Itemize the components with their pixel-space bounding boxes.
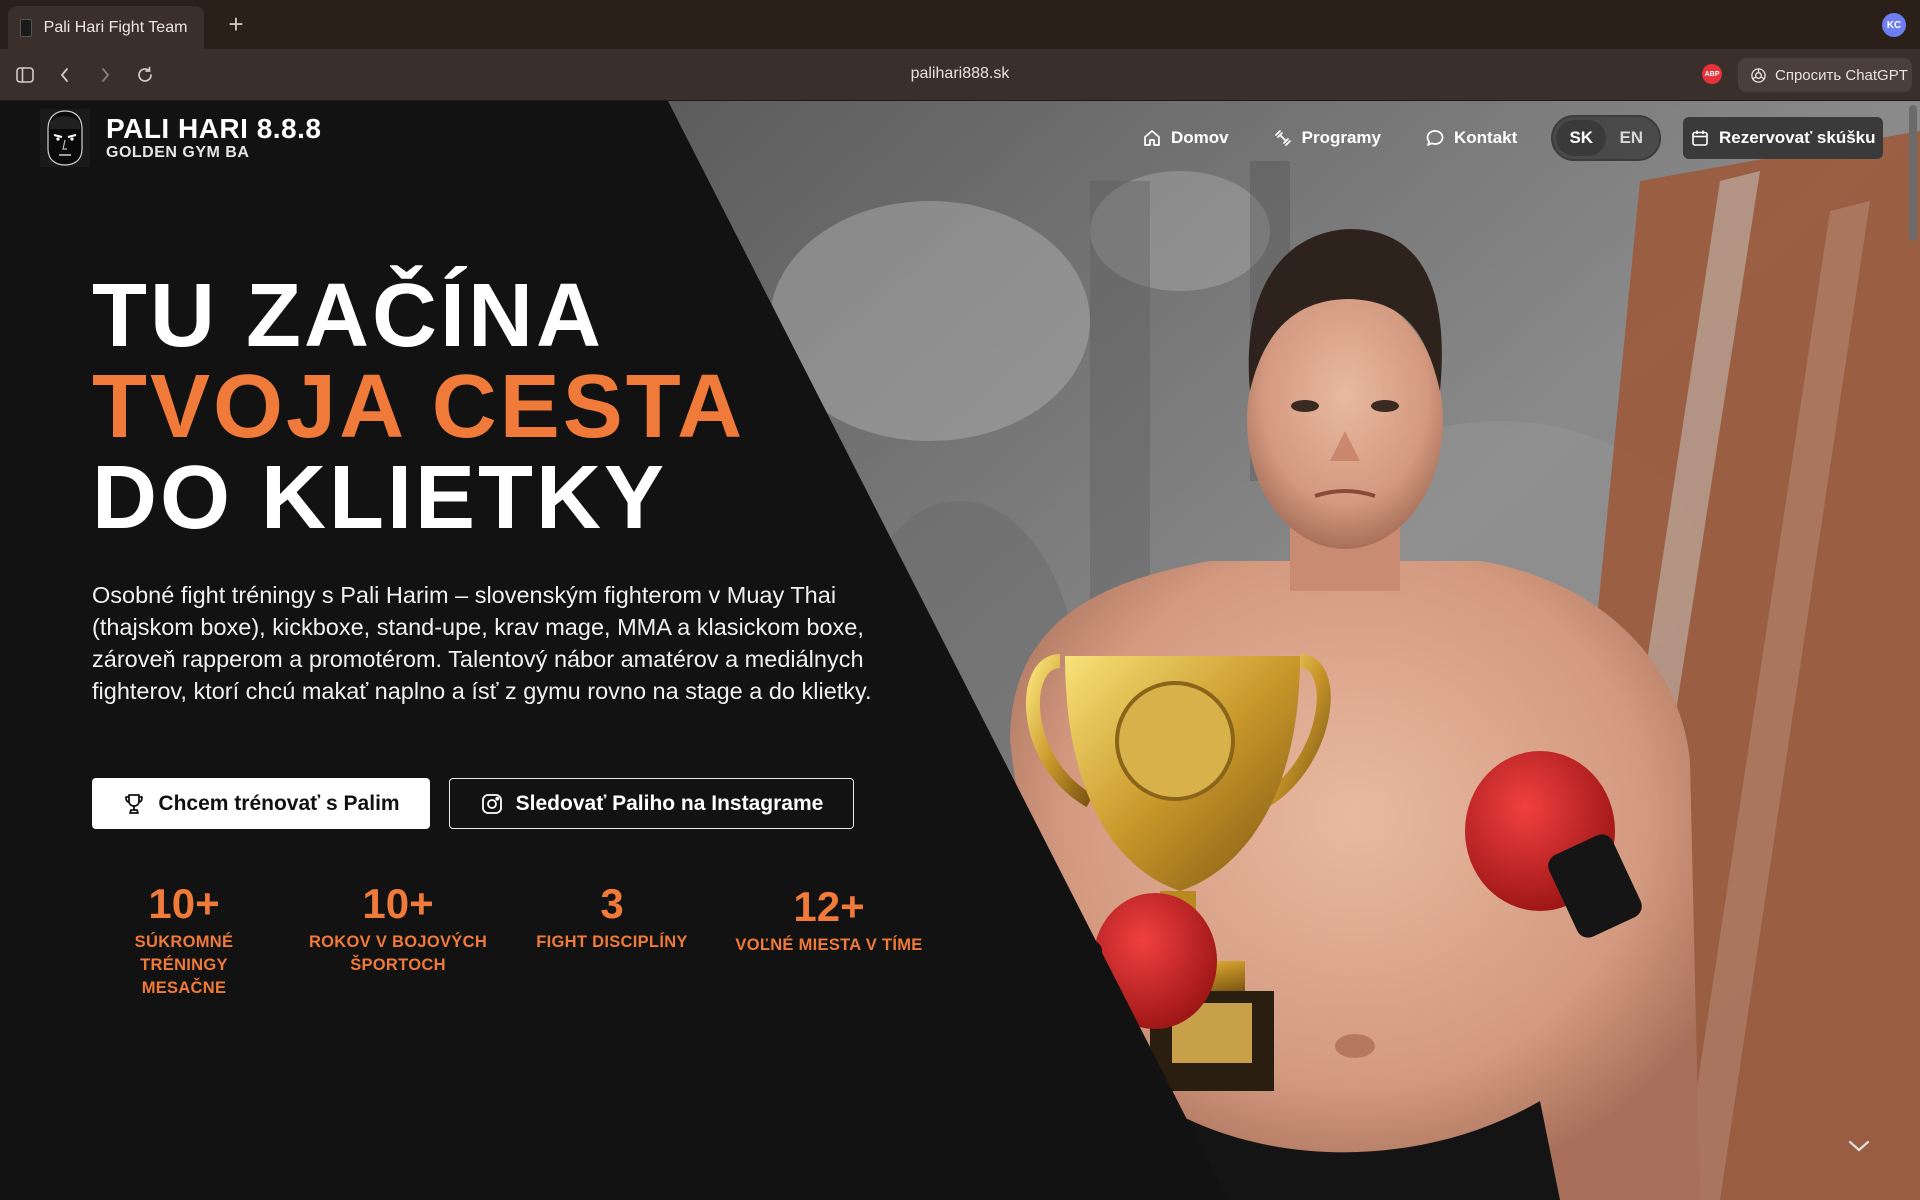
stat-label-line: ROKOV V BOJOVÝCH <box>308 933 488 951</box>
follow-instagram-button[interactable]: Sledovať Paliho na Instagrame <box>449 778 854 829</box>
main-navigation: Domov Programy Kontakt SK EN Rezervovať … <box>1140 115 1884 161</box>
hero-intro-text: Osobné fight tréningy s Pali Harim – slo… <box>92 582 872 704</box>
stat-label: FIGHT DISCIPLÍNY <box>520 931 704 954</box>
stat-label-line: MESAČNE <box>141 979 227 997</box>
chatgpt-icon <box>1751 67 1766 83</box>
nav-item-contact[interactable]: Kontakt <box>1423 116 1519 160</box>
logo-title: PALI HARI 8.8.8 <box>106 113 322 144</box>
trophy-icon <box>125 793 144 814</box>
stat-item: 10+ ROKOV V BOJOVÝCH ŠPORTOCH <box>306 879 490 1000</box>
browser-tab[interactable]: Pali Hari Fight Team - <box>8 6 204 49</box>
book-trial-button[interactable]: Rezervovať skúšku <box>1683 117 1884 159</box>
webpage: PALI HARI 8.8.8 GOLDEN GYM BA Domov Prog… <box>0 101 1920 1200</box>
instagram-icon <box>481 793 502 814</box>
chatgpt-button-label: Спросить ChatGPT <box>1775 66 1908 84</box>
tab-favicon-icon <box>20 18 32 37</box>
stat-item: 3 FIGHT DISCIPLÍNY <box>520 879 704 1000</box>
adblock-extension-icon[interactable]: ABP <box>1702 64 1722 84</box>
train-with-pali-button[interactable]: Chcem trénovať s Palim <box>92 778 430 829</box>
stat-item: 12+ VOĽNÉ MIESTA V TÍME <box>724 879 934 1000</box>
nav-home-label: Domov <box>1171 128 1229 147</box>
stat-label-line: SÚKROMNÉ TRÉNINGY <box>134 933 234 974</box>
stat-value: 10+ <box>362 880 434 927</box>
site-logo[interactable]: PALI HARI 8.8.8 GOLDEN GYM BA <box>40 109 321 167</box>
stat-label-line: FIGHT DISCIPLÍNY <box>536 933 688 951</box>
nav-contact-label: Kontakt <box>1454 128 1518 147</box>
fighter-face-logo-icon <box>40 109 90 167</box>
home-icon <box>1144 130 1160 146</box>
browser-toolbar: palihari888.sk ABP Спросить ChatGPT <box>0 49 1920 101</box>
language-option-en[interactable]: EN <box>1606 120 1656 156</box>
new-tab-button[interactable]: + <box>222 10 250 38</box>
language-switcher: SK EN <box>1551 115 1662 161</box>
stat-label: SÚKROMNÉ TRÉNINGY MESAČNE <box>92 931 276 1000</box>
stat-label: ROKOV V BOJOVÝCH ŠPORTOCH <box>306 931 490 977</box>
dumbbell-icon <box>1274 130 1291 146</box>
scroll-down-chevron-icon[interactable] <box>1847 1138 1875 1158</box>
profile-avatar[interactable]: KC <box>1882 13 1906 37</box>
stat-value: 3 <box>600 880 624 927</box>
stat-label-line: ŠPORTOCH <box>350 956 446 974</box>
stat-value: 12+ <box>793 883 865 930</box>
headline-line-3: DO KLIETKY <box>92 448 668 548</box>
train-with-pali-label: Chcem trénovať s Palim <box>158 791 400 815</box>
chatgpt-extension-button[interactable]: Спросить ChatGPT <box>1738 58 1912 92</box>
calendar-icon <box>1692 130 1708 146</box>
tab-title: Pali Hari Fight Team - <box>43 18 192 36</box>
nav-programs-label: Programy <box>1301 128 1381 147</box>
page-scrollbar[interactable] <box>1909 105 1917 241</box>
hero-headline: TU ZAČÍNA TVOJA CESTA DO KLIETKY <box>92 271 745 544</box>
browser-tab-bar: Pali Hari Fight Team - + KC <box>0 0 1920 49</box>
chat-bubble-icon <box>1426 130 1444 146</box>
language-option-sk[interactable]: SK <box>1556 120 1607 156</box>
stat-label: VOĽNÉ MIESTA V TÍME <box>724 934 934 957</box>
headline-line-2: TVOJA CESTA <box>92 357 746 457</box>
address-bar[interactable]: palihari888.sk <box>0 65 1920 83</box>
logo-subtitle: GOLDEN GYM BA <box>106 144 250 161</box>
stat-item: 10+ SÚKROMNÉ TRÉNINGY MESAČNE <box>92 879 276 1000</box>
stats-row: 10+ SÚKROMNÉ TRÉNINGY MESAČNE 10+ ROKOV … <box>92 879 934 1000</box>
nav-item-programs[interactable]: Programy <box>1271 116 1383 160</box>
nav-item-home[interactable]: Domov <box>1140 116 1231 160</box>
stat-label-line: VOĽNÉ MIESTA V TÍME <box>735 936 923 954</box>
stat-value: 10+ <box>148 880 220 927</box>
headline-line-1: TU ZAČÍNA <box>92 266 604 366</box>
book-trial-label: Rezervovať skúšku <box>1719 128 1876 147</box>
follow-instagram-label: Sledovať Paliho na Instagrame <box>515 791 824 815</box>
